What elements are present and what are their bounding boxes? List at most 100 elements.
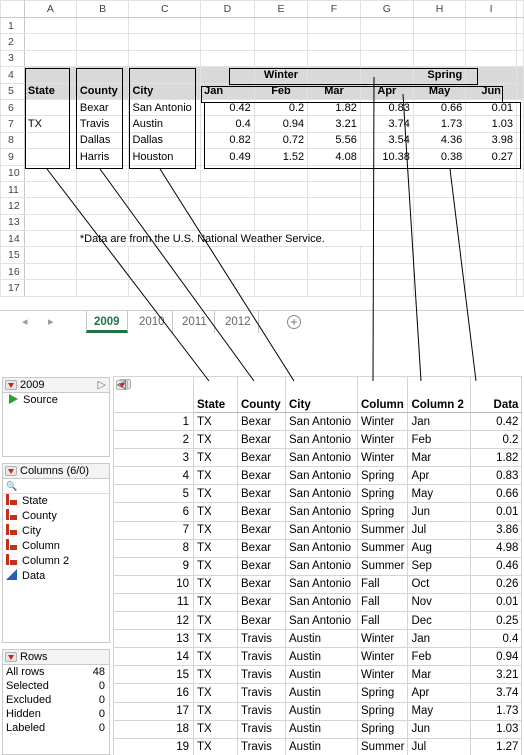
sheet-cell[interactable] bbox=[516, 66, 524, 84]
grid-cell[interactable]: TX bbox=[193, 701, 238, 721]
grid-column-header[interactable]: County bbox=[237, 376, 286, 413]
row-header[interactable]: 17 bbox=[0, 279, 25, 297]
sheet-cell[interactable]: 0.72 bbox=[253, 131, 309, 150]
sheet-cell[interactable] bbox=[23, 230, 77, 248]
grid-cell[interactable]: San Antonio bbox=[285, 592, 358, 613]
grid-cell[interactable]: Summer bbox=[356, 737, 409, 755]
grid-cell[interactable]: TX bbox=[193, 502, 238, 522]
grid-cell[interactable]: 3.21 bbox=[470, 665, 523, 685]
row-header[interactable]: 8 bbox=[0, 131, 25, 150]
sheet-cell[interactable] bbox=[200, 33, 255, 51]
row-number[interactable]: 15 bbox=[113, 665, 194, 685]
grid-cell[interactable]: 0.26 bbox=[470, 574, 523, 594]
grid-cell[interactable]: Travis bbox=[237, 719, 286, 739]
sheet-cell[interactable] bbox=[412, 213, 467, 232]
grid-cell[interactable]: TX bbox=[193, 737, 238, 755]
row-header[interactable]: 3 bbox=[0, 49, 25, 68]
sheet-cell[interactable] bbox=[128, 33, 202, 51]
table-row[interactable]: 19 TX Travis Austin Summer Jul 1.27 bbox=[113, 737, 523, 755]
sheet-cell[interactable] bbox=[23, 131, 77, 150]
grid-cell[interactable]: 1.73 bbox=[470, 701, 523, 721]
sheet-cell[interactable]: Houston bbox=[128, 148, 202, 166]
row-header[interactable]: 4 bbox=[0, 66, 25, 84]
sheet-cell[interactable] bbox=[75, 213, 130, 232]
sheet-cell[interactable] bbox=[23, 197, 77, 215]
sheet-cell[interactable] bbox=[128, 197, 202, 215]
grid-cell[interactable]: Mar bbox=[407, 665, 472, 685]
sheet-cell[interactable]: Winter bbox=[253, 66, 309, 84]
grid-cell[interactable]: Aug bbox=[407, 538, 472, 558]
grid-cell[interactable]: 0.66 bbox=[470, 484, 523, 504]
grid-cell[interactable]: Austin bbox=[285, 701, 358, 721]
grid-cell[interactable]: San Antonio bbox=[285, 466, 358, 486]
grid-cell[interactable]: Travis bbox=[237, 665, 286, 685]
table-row[interactable]: 4 TX Bexar San Antonio Spring Apr 0.83 bbox=[113, 466, 523, 486]
sheet-cell[interactable]: May bbox=[412, 82, 467, 100]
table-row[interactable]: 5 TX Bexar San Antonio Spring May 0.66 bbox=[113, 484, 523, 504]
sheet-cell[interactable]: 5.56 bbox=[307, 131, 361, 150]
grid-cell[interactable]: Bexar bbox=[237, 502, 286, 522]
sheet-cell[interactable] bbox=[359, 180, 414, 199]
row-number[interactable]: 14 bbox=[113, 647, 194, 667]
grid-cell[interactable]: Mar bbox=[407, 448, 472, 468]
sheet-cell[interactable] bbox=[200, 66, 255, 84]
sheet-cell[interactable] bbox=[359, 279, 414, 297]
row-number[interactable]: 8 bbox=[113, 538, 194, 558]
row-number[interactable]: 19 bbox=[113, 737, 194, 755]
sheet-cell[interactable] bbox=[359, 164, 414, 182]
grid-cell[interactable]: TX bbox=[193, 411, 238, 432]
table-row[interactable]: 11 TX Bexar San Antonio Fall Nov 0.01 bbox=[113, 592, 523, 613]
sheet-cell[interactable] bbox=[516, 115, 524, 133]
grid-cell[interactable]: 0.42 bbox=[470, 411, 523, 432]
sheet-cell[interactable] bbox=[23, 66, 77, 84]
grid-cell[interactable]: San Antonio bbox=[285, 411, 358, 432]
sheet-cell[interactable] bbox=[23, 164, 77, 182]
sheet-cell[interactable] bbox=[75, 279, 130, 297]
red-triangle-menu-icon[interactable] bbox=[5, 466, 17, 476]
grid-cell[interactable]: Austin bbox=[285, 719, 358, 739]
grid-cell[interactable]: San Antonio bbox=[285, 502, 358, 522]
sheet-cell[interactable] bbox=[200, 262, 255, 281]
column-header-H[interactable]: H bbox=[412, 0, 467, 18]
grid-cell[interactable]: Bexar bbox=[237, 592, 286, 613]
sheet-cell[interactable] bbox=[412, 230, 467, 248]
sheet-cell[interactable]: 1.03 bbox=[465, 115, 517, 133]
grid-cell[interactable]: TX bbox=[193, 556, 238, 576]
sheet-cell[interactable]: 0.42 bbox=[200, 98, 255, 117]
sheet-cell[interactable] bbox=[253, 33, 309, 51]
grid-cell[interactable]: Feb bbox=[407, 430, 472, 450]
sheet-cell[interactable] bbox=[75, 180, 130, 199]
sheet-cell[interactable] bbox=[516, 246, 524, 264]
row-number[interactable]: 4 bbox=[113, 466, 194, 486]
sheet-cell[interactable] bbox=[200, 180, 255, 199]
column-header-F[interactable]: F bbox=[307, 0, 361, 18]
grid-cell[interactable]: Sep bbox=[407, 556, 472, 576]
column-header-D[interactable]: D bbox=[200, 0, 255, 18]
grid-cell[interactable]: Bexar bbox=[237, 611, 286, 631]
row-header[interactable]: 13 bbox=[0, 213, 25, 232]
sheet-cell[interactable] bbox=[359, 246, 414, 264]
grid-cell[interactable]: Bexar bbox=[237, 430, 286, 450]
sheet-cell[interactable] bbox=[412, 164, 467, 182]
grid-cell[interactable]: Apr bbox=[407, 466, 472, 486]
grid-cell[interactable]: 0.2 bbox=[470, 430, 523, 450]
row-header[interactable]: 14 bbox=[0, 230, 25, 248]
grid-cell[interactable]: TX bbox=[193, 592, 238, 613]
sheet-cell[interactable]: State bbox=[23, 82, 77, 100]
grid-cell[interactable]: Jun bbox=[407, 719, 472, 739]
table-row[interactable]: 16 TX Travis Austin Spring Apr 3.74 bbox=[113, 683, 523, 703]
grid-cell[interactable]: Travis bbox=[237, 629, 286, 649]
grid-cell[interactable]: Winter bbox=[356, 665, 409, 685]
sheet-cell[interactable] bbox=[465, 213, 517, 232]
sheet-cell[interactable]: Travis bbox=[75, 115, 130, 133]
grid-cell[interactable]: Nov bbox=[407, 592, 472, 613]
row-number[interactable]: 9 bbox=[113, 556, 194, 576]
grid-cell[interactable]: 0.01 bbox=[470, 592, 523, 613]
grid-cell[interactable]: San Antonio bbox=[285, 574, 358, 594]
sheet-cell[interactable] bbox=[23, 246, 77, 264]
sheet-cell[interactable] bbox=[412, 246, 467, 264]
sheet-cell[interactable]: 4.36 bbox=[412, 131, 467, 150]
sheet-cell[interactable] bbox=[516, 98, 524, 117]
sheet-cell[interactable]: 0.83 bbox=[359, 98, 414, 117]
grid-cell[interactable]: Winter bbox=[356, 629, 409, 649]
